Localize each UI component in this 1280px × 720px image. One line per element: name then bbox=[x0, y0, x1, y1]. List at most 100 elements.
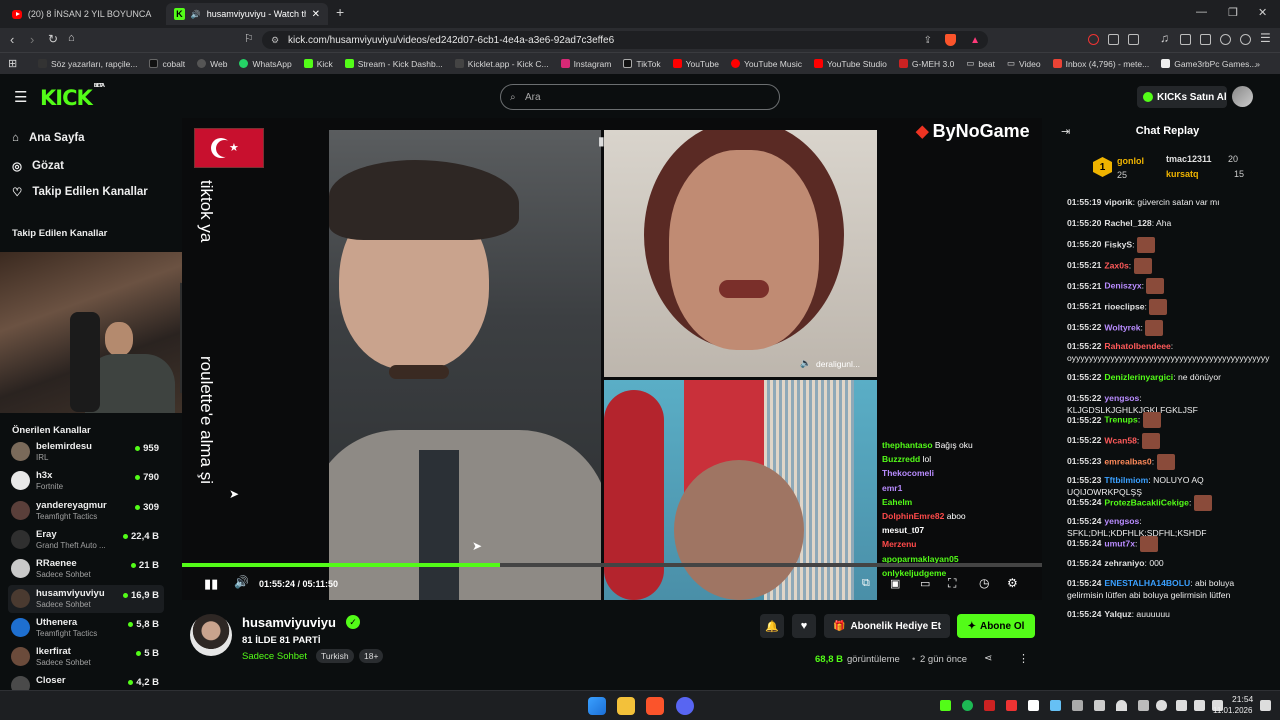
bookmark-item[interactable]: Game3rbPc Games... bbox=[1161, 59, 1256, 69]
chat-username[interactable]: Denizlerinyargici bbox=[1104, 372, 1173, 382]
sidebar-channel-belemirdesu[interactable]: belemirdesu IRL 959 bbox=[8, 438, 164, 466]
sidebar-channel-husamviyuviyu[interactable]: husamviyuviyu Sadece Sohbet 16,9 B bbox=[8, 584, 164, 613]
share-icon[interactable]: ⋖ bbox=[984, 653, 992, 664]
brave-browser-icon[interactable] bbox=[646, 697, 664, 715]
tag-turkish[interactable]: Turkish bbox=[316, 649, 354, 663]
maximize-icon[interactable]: ❐ bbox=[1228, 6, 1238, 19]
bookmark-item[interactable]: Web bbox=[197, 59, 227, 69]
window-close-icon[interactable]: ✕ bbox=[1258, 6, 1267, 19]
notifications-icon[interactable] bbox=[1260, 700, 1271, 711]
chat-username[interactable]: ProtezBacakliCekige bbox=[1104, 497, 1189, 507]
sidebar-channel-uthenera[interactable]: Uthenera Teamfight Tactics 5,8 B bbox=[8, 614, 164, 642]
tray-icon[interactable] bbox=[1006, 700, 1017, 711]
leader-name[interactable]: kursatq bbox=[1166, 169, 1199, 179]
chat-username[interactable]: Zax0s bbox=[1104, 260, 1128, 270]
bookmark-folder[interactable]: ▭ Video bbox=[1007, 58, 1041, 69]
chat-username[interactable]: yengsos bbox=[1104, 516, 1139, 526]
network-icon[interactable] bbox=[1176, 700, 1187, 711]
wallet-icon[interactable] bbox=[1200, 34, 1211, 45]
hamburger-menu-icon[interactable]: ☰ bbox=[14, 88, 27, 106]
forward-icon[interactable]: › bbox=[30, 32, 34, 47]
file-explorer-icon[interactable] bbox=[617, 697, 635, 715]
pause-icon[interactable]: ▮▮ bbox=[204, 576, 218, 592]
volume-icon[interactable] bbox=[1194, 700, 1205, 711]
miniplayer-icon[interactable]: ▣ bbox=[890, 577, 900, 590]
chat-username[interactable]: Rahatolbendeee bbox=[1104, 341, 1170, 351]
home-icon[interactable]: ⌂ bbox=[68, 32, 75, 44]
volume-icon[interactable]: 🔊 bbox=[234, 575, 249, 589]
sidebar-toggle-icon[interactable] bbox=[1180, 34, 1191, 45]
bookmark-item[interactable]: cobalt bbox=[149, 59, 185, 69]
site-info-icon[interactable]: ⚙ bbox=[271, 35, 279, 46]
kick-logo[interactable]: KICK BETA bbox=[40, 83, 105, 110]
extension-icon[interactable] bbox=[1108, 34, 1119, 45]
reload-icon[interactable]: ↻ bbox=[48, 32, 58, 46]
extension-icon[interactable] bbox=[1128, 34, 1139, 45]
chat-username[interactable]: Woltyrek bbox=[1104, 322, 1140, 332]
video-player[interactable]: ★ tiktok ya roulette'e alma şi ▮▮ 🔈 dera… bbox=[182, 118, 1042, 600]
more-bookmarks-icon[interactable]: » bbox=[1255, 59, 1260, 69]
brave-shield-icon[interactable] bbox=[945, 34, 956, 46]
leader-name[interactable]: gonlol bbox=[1117, 156, 1144, 166]
clock-date[interactable]: 11.01.2026 bbox=[1213, 706, 1252, 715]
bookmark-item[interactable]: Instagram bbox=[560, 59, 611, 69]
tab-kick[interactable]: K 🔊 husamviyuviyu - Watch the V ✕ bbox=[166, 3, 328, 25]
url-field[interactable]: ⚙ kick.com/husamviyuviyu/videos/ed242d07… bbox=[262, 31, 988, 49]
bookmark-item[interactable]: Kicklet.app - Kick C... bbox=[454, 59, 549, 69]
chat-username[interactable]: Rachel_128 bbox=[1104, 218, 1151, 228]
sidebar-channel-yandereyagmur[interactable]: yandereyagmur Teamfight Tactics 309 bbox=[8, 497, 164, 525]
clip-icon[interactable]: ⧉ bbox=[862, 577, 870, 590]
tray-icon[interactable] bbox=[1072, 700, 1083, 711]
bookmark-item[interactable]: Stream - Kick Dashb... bbox=[344, 59, 443, 69]
spotify-icon[interactable] bbox=[962, 700, 973, 711]
chat-username[interactable]: Deniszyx bbox=[1104, 281, 1141, 291]
speed-icon[interactable]: ◷ bbox=[979, 576, 989, 590]
tab-youtube[interactable]: (20) 8 İNSAN 2 YIL BOYUNCA BİR FA bbox=[4, 3, 162, 25]
bookmark-item[interactable]: YouTube Studio bbox=[813, 59, 887, 69]
chat-username[interactable]: FiskyS bbox=[1104, 239, 1132, 249]
tray-icon[interactable] bbox=[940, 700, 951, 711]
channel-avatar[interactable] bbox=[190, 614, 232, 656]
tray-icon[interactable] bbox=[1138, 700, 1149, 711]
rewards-icon[interactable]: ▲ bbox=[970, 35, 980, 46]
sidebar-channel-eray[interactable]: Eray Grand Theft Auto ... 22,4 B bbox=[8, 526, 164, 554]
tray-icon[interactable] bbox=[984, 700, 995, 711]
menu-icon[interactable]: ☰ bbox=[1260, 31, 1271, 45]
tray-icon[interactable] bbox=[1094, 700, 1105, 711]
bookmark-item[interactable]: WhatsApp bbox=[239, 59, 292, 69]
bookmark-item[interactable]: YouTube bbox=[672, 59, 719, 69]
wifi-icon[interactable] bbox=[1116, 700, 1127, 711]
microphone-icon[interactable] bbox=[1156, 700, 1167, 711]
leader-name[interactable]: tmac12311 bbox=[1166, 154, 1212, 164]
chat-username[interactable]: umut7x bbox=[1104, 538, 1135, 548]
subscribe-button[interactable]: ✦ Abone Ol bbox=[957, 614, 1035, 638]
gift-sub-button[interactable]: 🎁 Abonelik Hediye Et bbox=[824, 614, 950, 638]
sidebar-item-browse[interactable]: ◎ Gözat bbox=[12, 159, 64, 173]
bookmark-item[interactable]: Söz yazarları, rapçile... bbox=[38, 59, 137, 69]
chat-username[interactable]: Trenups bbox=[1104, 415, 1137, 425]
buy-kicks-button[interactable]: KICKs Satın Al bbox=[1137, 86, 1227, 108]
windows-start-icon[interactable] bbox=[588, 697, 606, 715]
theater-icon[interactable]: ▭ bbox=[920, 577, 930, 590]
leo-ai-icon[interactable] bbox=[1220, 34, 1231, 45]
sidebar-item-home[interactable]: ⌂ Ana Sayfa bbox=[12, 132, 85, 144]
chat-username[interactable]: viporik bbox=[1104, 197, 1132, 207]
more-options-icon[interactable]: ⋮ bbox=[1018, 652, 1029, 665]
bookmark-icon[interactable]: ⚐ bbox=[244, 32, 254, 45]
channel-name[interactable]: husamviyuviyu bbox=[242, 615, 336, 630]
bookmark-item[interactable]: TikTok bbox=[623, 59, 661, 69]
vpn-icon[interactable] bbox=[1240, 34, 1251, 45]
chat-username[interactable]: emrealbas0 bbox=[1104, 456, 1151, 466]
share-icon[interactable]: ⇪ bbox=[924, 35, 932, 46]
tray-icon[interactable] bbox=[1028, 700, 1039, 711]
clock-time[interactable]: 21:54 bbox=[1232, 694, 1253, 704]
tag-18plus[interactable]: 18+ bbox=[359, 649, 384, 663]
bookmark-item[interactable]: Inbox (4,796) - mete... bbox=[1052, 59, 1149, 69]
music-icon[interactable]: ♫ bbox=[1160, 31, 1171, 45]
follow-button[interactable]: ♥ bbox=[792, 614, 816, 638]
chat-username[interactable]: Wcan58 bbox=[1104, 435, 1136, 445]
chat-username[interactable]: rioeclipse bbox=[1104, 301, 1144, 311]
settings-icon[interactable]: ⚙ bbox=[1007, 576, 1018, 590]
sidebar-channel-h3x[interactable]: h3x Fortnite 790 bbox=[8, 467, 164, 495]
apps-icon[interactable]: ⊞ bbox=[8, 57, 17, 70]
